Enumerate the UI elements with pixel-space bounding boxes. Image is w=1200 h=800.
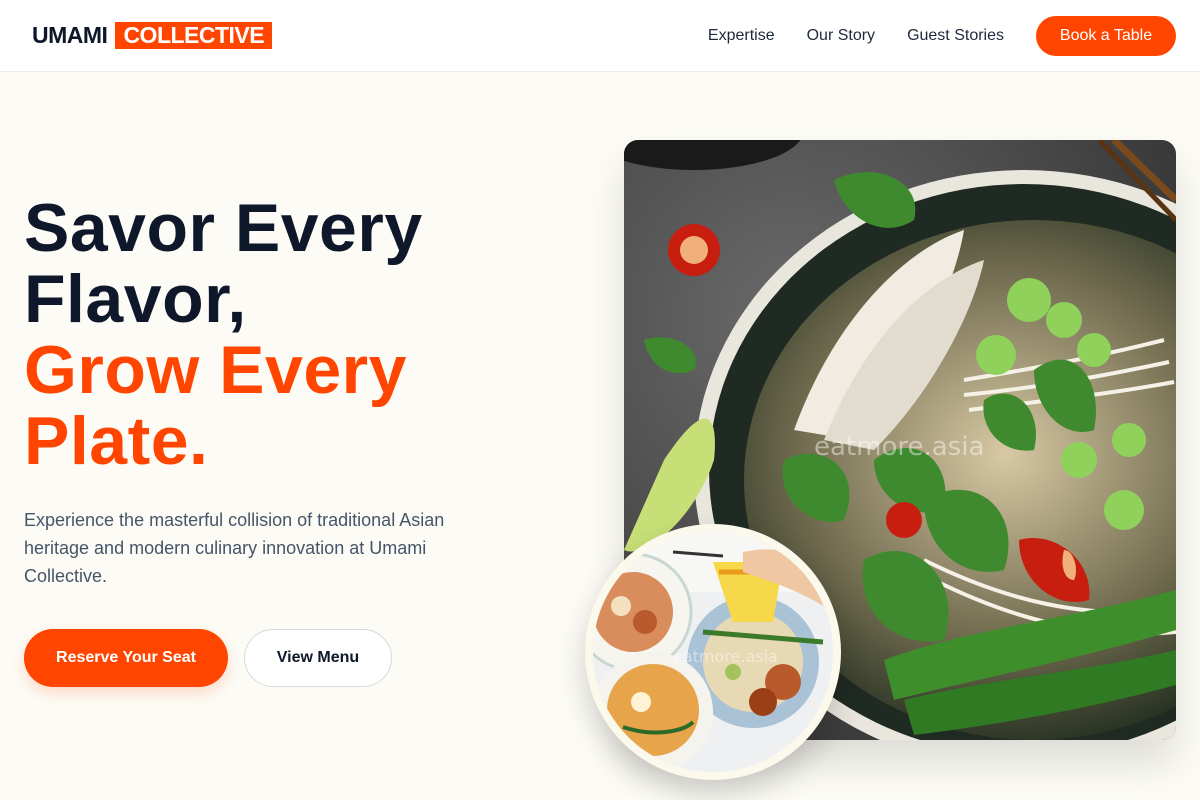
inset-image-watermark: eatmore.asia <box>673 647 778 666</box>
brand-name-primary: UMAMI <box>32 22 108 48</box>
reserve-seat-button[interactable]: Reserve Your Seat <box>24 629 228 687</box>
inset-dish-image: eatmore.asia <box>585 524 841 780</box>
hero-title-line-3: Grow Every <box>24 332 407 408</box>
hero-title-line-2: Flavor, <box>24 261 247 337</box>
hero-title: Savor Every Flavor, Grow Every Plate. <box>24 193 423 477</box>
asian-dishes-illustration: eatmore.asia <box>593 532 833 772</box>
view-menu-button[interactable]: View Menu <box>244 629 392 687</box>
top-nav: UMAMI COLLECTIVE Expertise Our Story Gue… <box>0 0 1200 72</box>
book-table-button[interactable]: Book a Table <box>1036 16 1176 56</box>
nav-link-expertise[interactable]: Expertise <box>708 27 775 45</box>
nav-links: Expertise Our Story Guest Stories Book a… <box>708 16 1176 56</box>
hero-title-line-4: Plate. <box>24 403 209 479</box>
image-watermark: eatmore.asia <box>814 432 984 462</box>
brand-name-highlight: COLLECTIVE <box>115 22 273 49</box>
brand-logo[interactable]: UMAMI COLLECTIVE <box>32 22 273 49</box>
nav-link-guest-stories[interactable]: Guest Stories <box>907 27 1004 45</box>
hero-subtitle: Experience the masterful collision of tr… <box>24 510 445 586</box>
nav-link-our-story[interactable]: Our Story <box>807 27 875 45</box>
hero-title-line-1: Savor Every <box>24 190 423 266</box>
inset-dish-frame: eatmore.asia <box>593 532 833 772</box>
